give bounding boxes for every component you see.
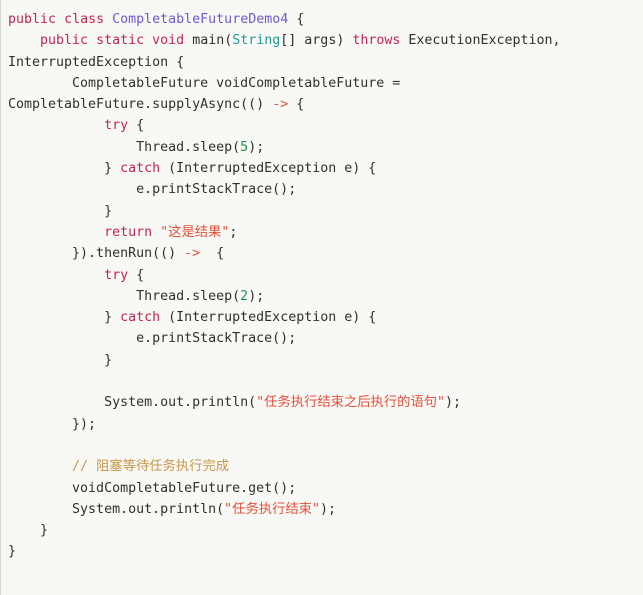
code-token: class [64,12,105,27]
code-token: [] args) [280,33,353,49]
code-line: voidCompletableFuture.get(); [8,478,643,499]
code-line: Thread.sleep(2); [8,286,643,307]
code-line: System.out.println("任务执行结束"); [8,499,643,520]
code-line: } [8,541,643,562]
code-token: "任务执行结束之后执行的语句" [256,395,446,411]
code-line: e.printStackTrace(); [8,179,643,200]
code-line: public class CompletableFutureDemo4 { [8,9,643,30]
code-token: -> [272,97,289,113]
code-token: } [8,523,49,539]
code-token: 2 [240,288,249,304]
code-token: }); [8,416,97,432]
code-token: System.out.println( [8,395,257,411]
code-line: } [8,520,643,541]
code-token: CompletableFuture voidCompletableFuture … [8,75,401,91]
code-token: 5 [240,139,249,155]
code-line: } [8,201,643,222]
code-token: ; [229,224,238,240]
code-token: } [8,203,113,219]
code-token: }).thenRun(() [8,246,185,262]
code-line: CompletableFuture voidCompletableFuture … [8,73,643,94]
code-token: ); [445,395,462,411]
code-line: InterruptedException { [8,52,643,73]
code-line: } catch (InterruptedException e) { [8,307,643,328]
code-token: { [288,12,305,27]
code-token: ); [319,501,336,517]
code-token: public [8,12,57,27]
code-viewer[interactable]: public class CompletableFutureDemo4 { pu… [0,0,643,595]
code-token: "这是结果" [160,224,230,240]
code-token: } [8,352,113,368]
code-token: CompletableFuture.supplyAsync(() [8,97,273,113]
code-line: try { [8,265,643,286]
code-token: catch [120,161,161,177]
code-token: try [104,267,129,283]
code-token: // 阻塞等待任务执行完成 [72,459,230,475]
code-token: e.printStackTrace(); [8,182,297,198]
code-token: CompletableFutureDemo4 [112,12,289,27]
code-token: throws [352,33,401,49]
code-token: } [8,544,17,560]
code-token: System.out.println( [8,501,225,517]
code-line: } catch (InterruptedException e) { [8,158,643,179]
code-token: public [40,33,89,49]
code-line: try { [8,115,643,136]
code-line: }).thenRun(() -> { [8,243,643,264]
code-token: ); [248,139,265,155]
code-line: System.out.println("任务执行结束之后执行的语句"); [8,392,643,413]
code-token: } [8,310,121,326]
code-token: { [200,246,225,262]
code-token: (InterruptedException e) { [160,310,377,326]
code-line: } [8,350,643,371]
code-token: main( [192,33,233,49]
code-token: Thread.sleep( [8,288,241,304]
code-token: Thread.sleep( [8,139,241,155]
code-token: { [128,118,145,134]
code-token: voidCompletableFuture.get(); [8,480,297,496]
code-token: String [232,33,281,49]
code-token: e.printStackTrace(); [8,331,297,347]
code-line: public static void main(String[] args) t… [8,30,643,51]
code-token: -> [184,246,201,262]
code-token: void [152,33,185,49]
code-content[interactable]: public class CompletableFutureDemo4 { pu… [8,9,643,563]
code-token: "任务执行结束" [224,501,320,517]
code-line: }); [8,414,643,435]
code-line: Thread.sleep(5); [8,137,643,158]
code-token: } [8,161,121,177]
code-line: CompletableFuture.supplyAsync(() -> { [8,94,643,115]
code-token: return [104,224,153,240]
code-token: static [96,33,145,49]
code-token: ExecutionException, [400,33,561,49]
code-token: catch [120,310,161,326]
code-token: { [288,97,305,113]
code-line: e.printStackTrace(); [8,328,643,349]
code-token: { [128,267,145,283]
code-token: ); [248,288,265,304]
code-token: InterruptedException { [8,54,185,70]
code-token: try [104,118,129,134]
code-line: return "这是结果"; [8,222,643,243]
code-token: (InterruptedException e) { [160,161,377,177]
code-line: // 阻塞等待任务执行完成 [8,456,643,477]
